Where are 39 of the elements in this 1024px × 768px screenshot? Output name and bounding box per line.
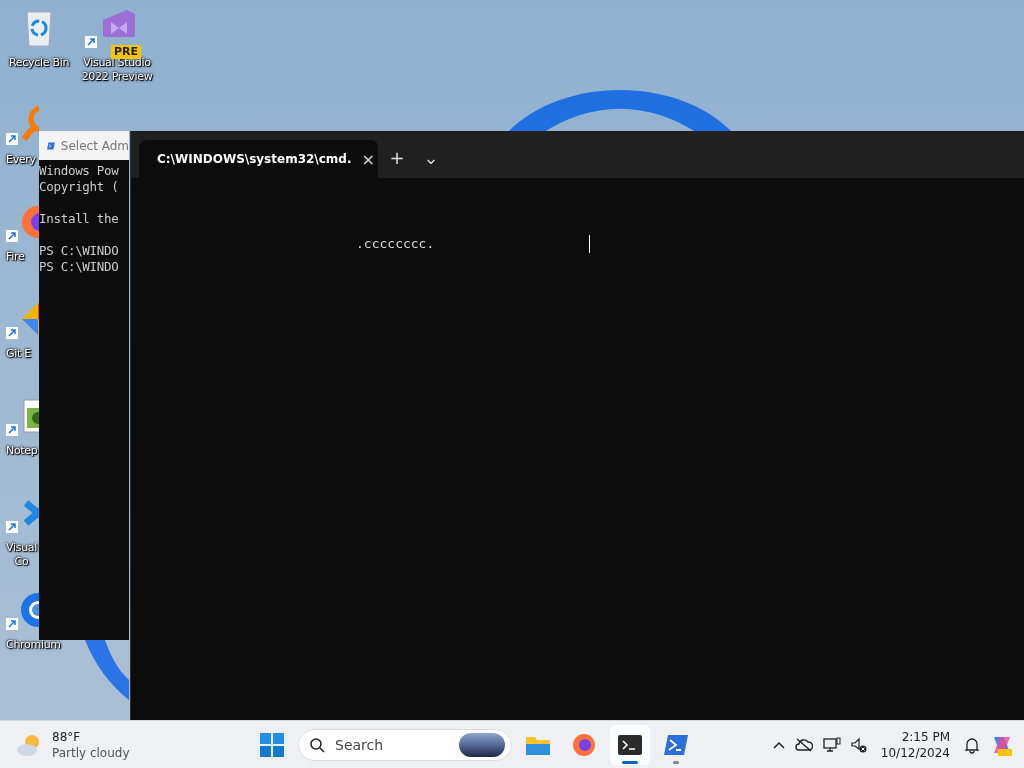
photo-placeholder [459,732,505,757]
new-tab-button[interactable]: + [382,142,412,172]
console-line: Copyright ( [39,179,120,195]
text-cursor [589,235,590,253]
window-title: Select Adm [60,138,129,153]
weather-condition: Partly cloudy [52,744,130,761]
taskbar-app-button[interactable] [610,724,650,765]
console-line: PS C:\WINDO [39,243,120,259]
search-field[interactable]: Search [333,735,451,754]
console-line: Windows Pow [39,163,120,179]
desktop-icon-label[interactable]: Git E [6,347,31,361]
preview-badge: PRE [111,45,142,59]
network-icon[interactable] [822,736,841,753]
desktop-icon-label[interactable]: Every [6,153,36,167]
tab-title: C:\WINDOWS\system32\cmd. [157,152,352,166]
volume-muted-icon[interactable] [850,736,867,753]
desktop-icon-label[interactable]: Notep [6,444,38,458]
console-line: PS C:\WINDO [39,259,120,275]
console-output: .cccccccc. [356,236,435,251]
search-bar[interactable]: Search [298,728,512,761]
temperature: 88°F [52,728,82,745]
dropdown-button[interactable]: ⌄ [416,142,446,172]
powershell-icon [663,733,689,756]
bell-icon[interactable] [964,735,980,754]
terminal-icon [617,733,643,756]
desktop-icon-label[interactable]: Fire [6,250,25,264]
windows-logo-icon [260,732,284,757]
desktop-icon-label[interactable]: Chromium [6,638,61,652]
search-icon [309,736,325,753]
terminal-tab[interactable]: C:\WINDOWS\system32\cmd. × [139,140,378,178]
desktop-icon-label[interactable]: Visual Co [6,541,38,569]
console-line: Install the [39,211,120,227]
magnifier-icon [21,105,39,141]
desktop-icon-label[interactable]: Recycle Bin [8,56,70,70]
clock[interactable]: 2:15 PM 10/12/2024 [876,728,954,761]
swirl-drawing [85,640,129,700]
chevron-up-icon[interactable] [772,740,785,749]
close-tab-button[interactable]: × [359,149,377,169]
cloud-off-icon[interactable] [794,737,813,752]
